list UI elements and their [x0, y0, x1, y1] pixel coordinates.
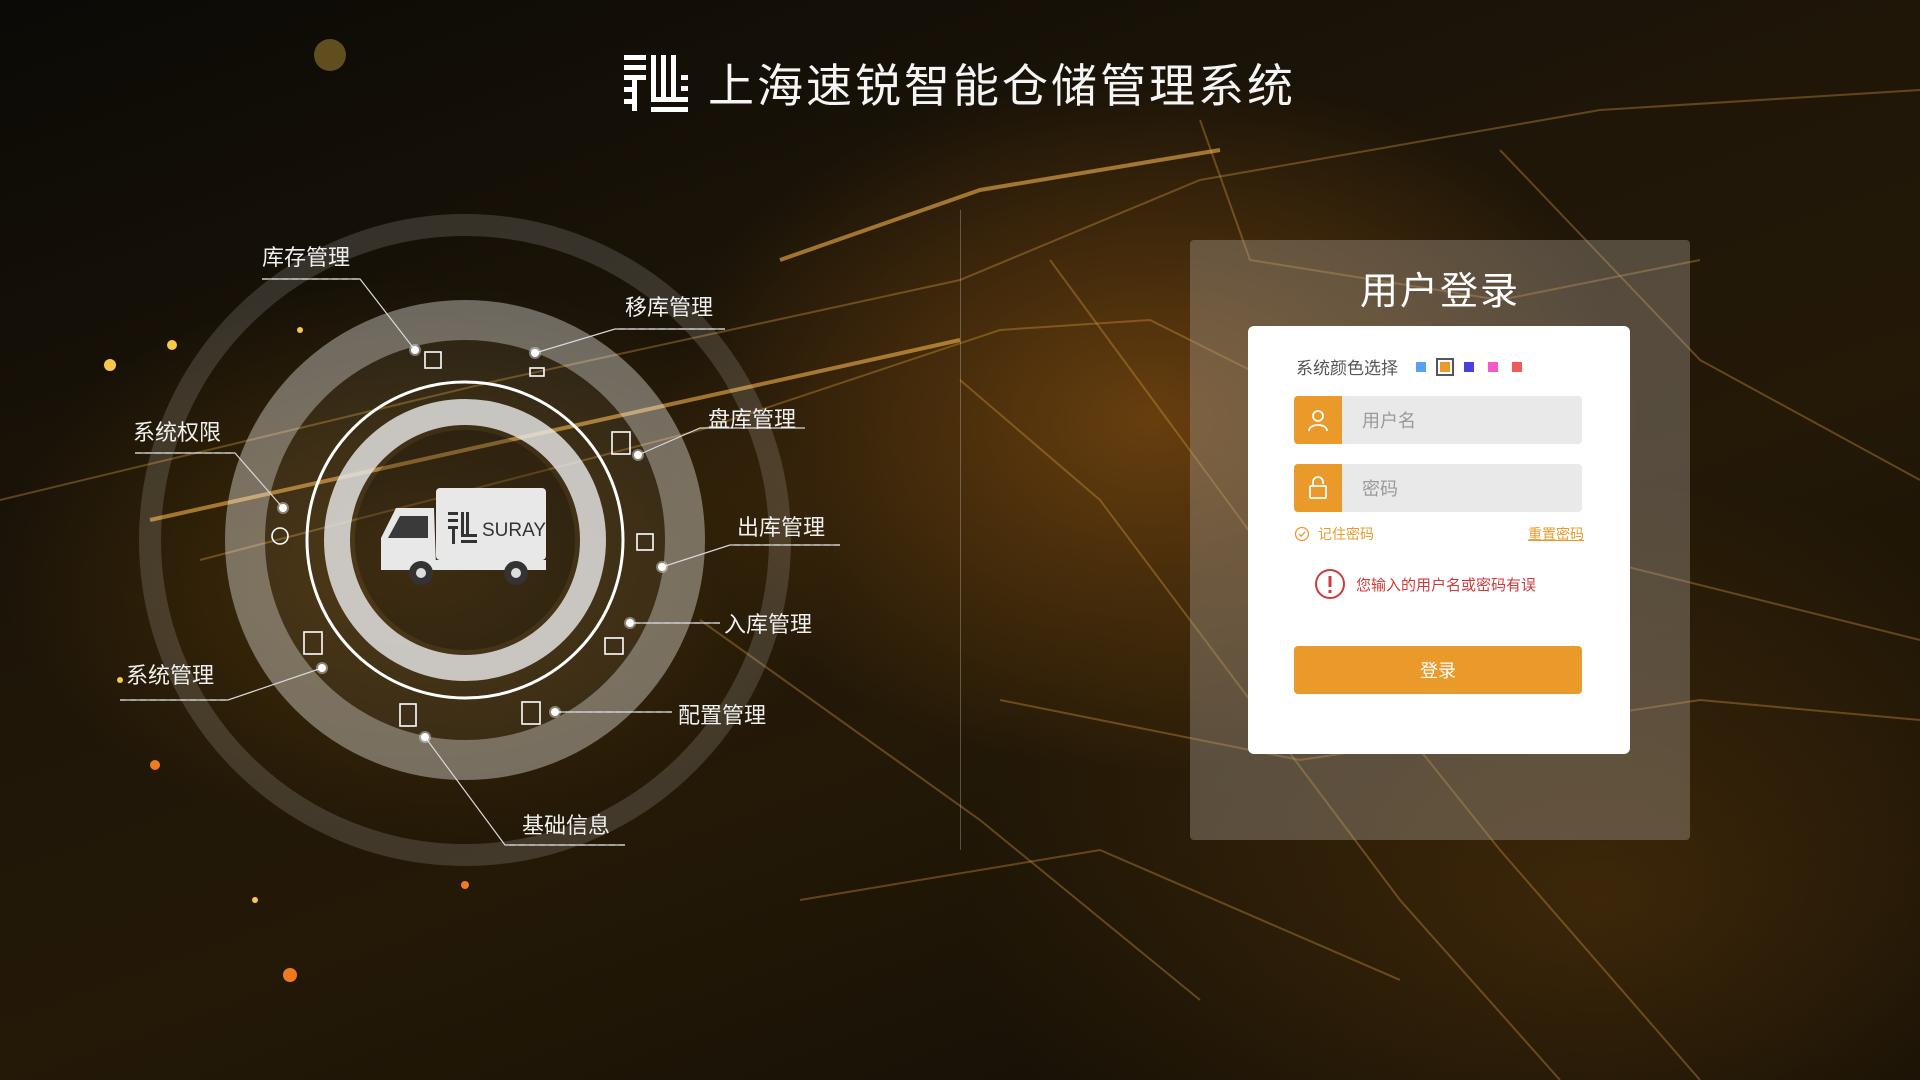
username-field — [1294, 396, 1582, 444]
truck-icon: SURAY — [381, 488, 546, 585]
login-panel: 用户登录 系统颜色选择 用户名 记住密码 重置密码 您输入的用户名或密码有误 登… — [1190, 240, 1690, 840]
alert-icon — [1315, 569, 1345, 599]
color-swatch-red[interactable] — [1512, 361, 1522, 372]
color-swatch-indigo[interactable] — [1464, 361, 1474, 372]
module-diagram: SURAY 库存管理 移库管理 盘库管理 出库管理 入库管理 配置管理 基础信息… — [0, 0, 960, 1080]
error-text: 您输入的用户名或密码有误 — [1356, 575, 1537, 594]
check-circle-icon — [1294, 526, 1310, 542]
module-inbound[interactable]: 入库管理 — [724, 607, 812, 639]
module-basic-info[interactable]: 基础信息 — [522, 808, 610, 840]
remember-password-label: 记住密码 — [1318, 527, 1374, 543]
error-message: 您输入的用户名或密码有误 — [1314, 568, 1536, 600]
reset-password-link[interactable]: 重置密码 — [1528, 524, 1584, 544]
password-input[interactable] — [1342, 464, 1582, 512]
module-inventory[interactable]: 库存管理 — [262, 240, 350, 272]
color-swatch-blue[interactable] — [1416, 361, 1426, 372]
color-picker: 系统颜色选择 — [1296, 354, 1522, 379]
login-title: 用户登录 — [1359, 269, 1520, 313]
lock-icon — [1294, 464, 1342, 512]
remember-password-checkbox[interactable]: 记住密码 — [1294, 524, 1374, 544]
user-icon — [1294, 396, 1342, 444]
color-picker-label: 系统颜色选择 — [1296, 359, 1398, 379]
module-stocktake[interactable]: 盘库管理 — [708, 402, 796, 434]
username-input[interactable] — [1342, 396, 1582, 444]
color-swatch-pink[interactable] — [1488, 361, 1498, 372]
login-card: 系统颜色选择 用户名 记住密码 重置密码 您输入的用户名或密码有误 登录 — [1248, 326, 1630, 754]
module-config[interactable]: 配置管理 — [678, 698, 766, 730]
truck-brand: SURAY — [482, 520, 546, 541]
module-outbound[interactable]: 出库管理 — [737, 510, 825, 542]
password-field — [1294, 464, 1582, 512]
module-system-admin[interactable]: 系统管理 — [126, 658, 214, 690]
login-button[interactable]: 登录 — [1294, 646, 1582, 694]
color-swatch-orange[interactable] — [1436, 357, 1454, 376]
vertical-divider — [960, 210, 961, 850]
module-transfer[interactable]: 移库管理 — [625, 290, 713, 322]
module-permissions[interactable]: 系统权限 — [133, 415, 221, 447]
